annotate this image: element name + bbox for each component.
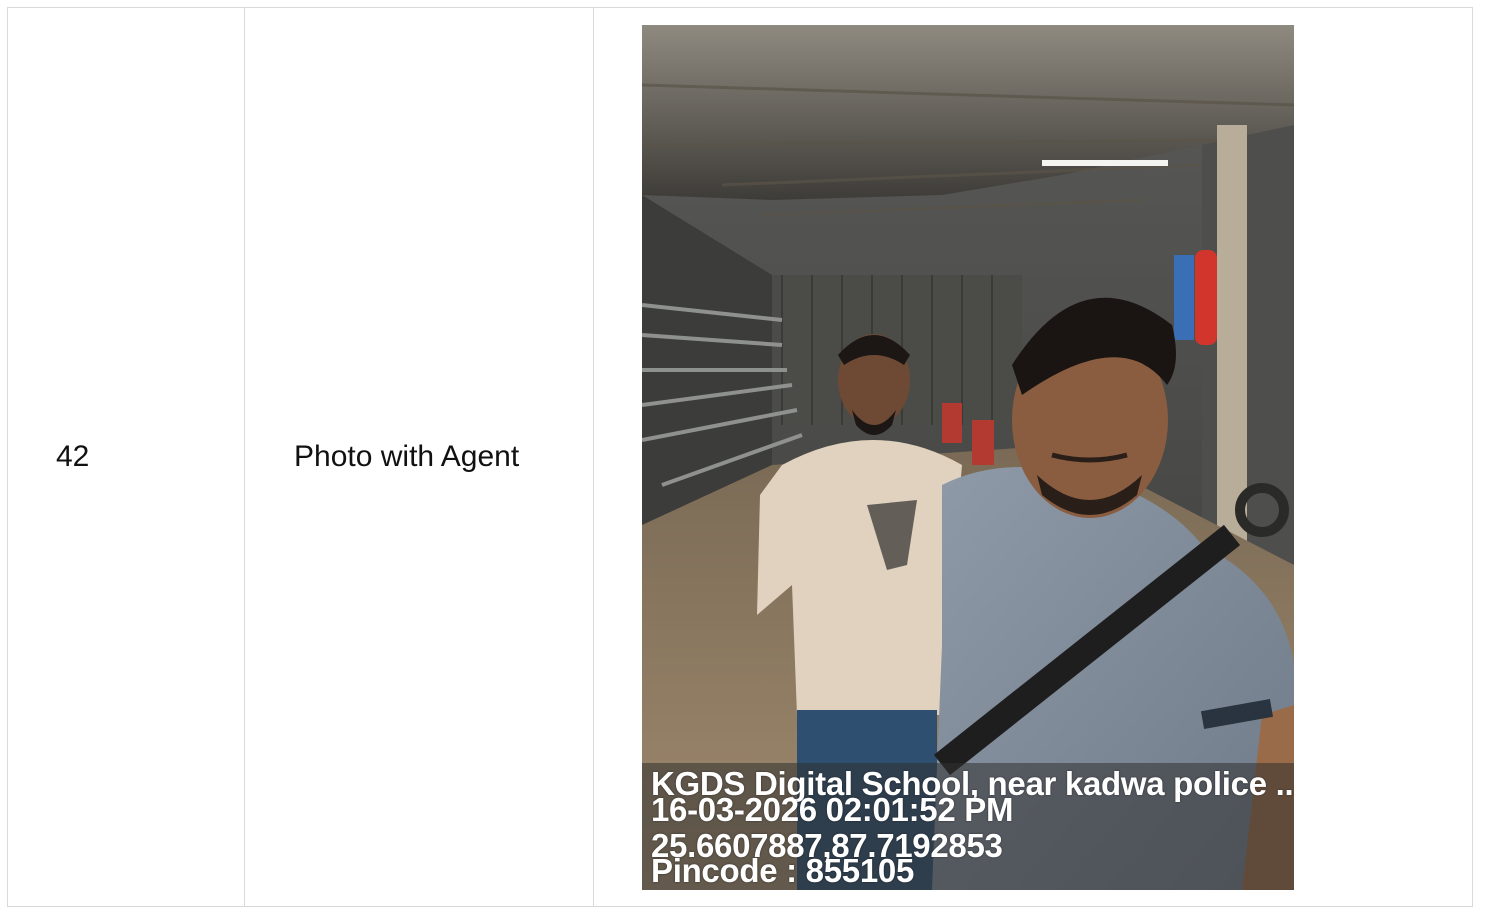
row-number: 42 <box>56 440 90 473</box>
table-row: 42 Photo with Agent KGDS Digital School,… <box>8 8 1472 906</box>
stamp-datetime: 16-03-2026 02:01:52 PM <box>651 791 1014 828</box>
row-label: Photo with Agent <box>294 440 520 473</box>
photo-cell: KGDS Digital School, near kadwa police .… <box>594 8 1473 906</box>
stamp-pincode: Pincode : 855105 <box>651 852 915 889</box>
photo-icon <box>642 25 1294 890</box>
photo-stamp: KGDS Digital School, near kadwa police .… <box>642 763 1294 890</box>
data-table: 42 Photo with Agent KGDS Digital School,… <box>7 7 1473 907</box>
row-number-cell: 42 <box>8 8 245 906</box>
row-label-cell: Photo with Agent <box>245 8 594 906</box>
agent-photo[interactable]: KGDS Digital School, near kadwa police .… <box>642 25 1294 890</box>
